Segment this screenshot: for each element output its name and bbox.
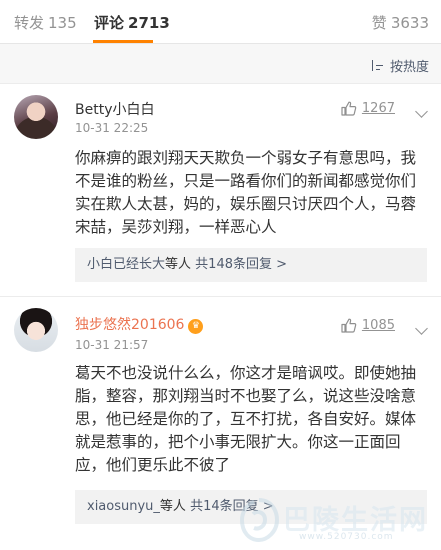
like-count: 1085 — [361, 318, 395, 333]
tab-likes[interactable]: 赞 3633 — [372, 12, 429, 33]
like-button[interactable]: 1267 — [341, 101, 395, 116]
avatar[interactable] — [14, 95, 58, 139]
tab-reposts-count: 135 — [48, 14, 77, 32]
sort-bar: 按热度 — [0, 44, 441, 84]
tab-bar: 转发 135 评论 2713 赞 3633 — [0, 0, 441, 44]
comment-time: 10-31 22:25 — [75, 121, 149, 135]
comment-menu-button[interactable] — [413, 322, 429, 335]
comment-text: 你麻痹的跟刘翔天天欺负一个弱女子有意思吗，我不是谁的粉丝，只是一路看你们的新闻都… — [75, 149, 417, 236]
tab-reposts-label: 转发 — [14, 14, 45, 32]
sort-label: 按热度 — [389, 60, 429, 75]
comment-username[interactable]: 独步悠然201606 ♛ — [75, 314, 204, 334]
avatar[interactable] — [14, 308, 58, 352]
tab-reposts[interactable]: 转发 135 — [14, 12, 77, 33]
sort-by-popularity-button[interactable]: 按热度 — [371, 56, 429, 75]
sort-icon — [371, 59, 386, 72]
reply-username[interactable]: xiaosunyu_ — [87, 499, 160, 514]
tab-comments[interactable]: 评论 2713 — [94, 12, 170, 33]
like-button[interactable]: 1085 — [341, 318, 395, 333]
comment-time: 10-31 21:57 — [75, 338, 149, 352]
watermark-url: www.520730.com — [299, 532, 394, 542]
reply-suffix: 等人 — [165, 257, 192, 272]
replies-link[interactable]: 小白已经长大等人 共148条回复 > — [75, 248, 427, 282]
reply-suffix: 等人 — [159, 499, 186, 514]
tab-comments-label: 评论 — [94, 14, 125, 32]
vip-badge-icon: ♛ — [188, 319, 204, 334]
thumbs-up-icon — [341, 318, 357, 333]
tab-comments-count: 2713 — [128, 14, 170, 32]
comment-username[interactable]: Betty小白白 — [75, 99, 154, 119]
reply-username[interactable]: 小白已经长大 — [87, 257, 165, 272]
active-tab-indicator — [93, 40, 153, 43]
comment-text: 葛天不也没说什么么，你这才是暗讽哎。即使她抽脂，整容，那刘翔当时不也娶了么，说这… — [75, 364, 417, 474]
tab-likes-label: 赞 — [371, 14, 387, 32]
site-watermark: 巴陵生活网 www.520730.com — [235, 496, 435, 546]
reply-count[interactable]: 共148条回复 > — [195, 257, 287, 272]
comment-menu-button[interactable] — [413, 105, 429, 118]
tab-likes-count: 3633 — [390, 14, 429, 32]
thumbs-up-icon — [341, 101, 357, 116]
comment-item: Betty小白白 10-31 22:25 1267 你麻痹的跟刘翔天天欺负一个弱… — [0, 85, 441, 297]
watermark-logo-icon — [239, 498, 279, 542]
like-count: 1267 — [361, 101, 395, 116]
chevron-down-icon — [414, 105, 428, 118]
chevron-down-icon — [414, 322, 428, 335]
username-text: 独步悠然201606 — [75, 317, 185, 333]
